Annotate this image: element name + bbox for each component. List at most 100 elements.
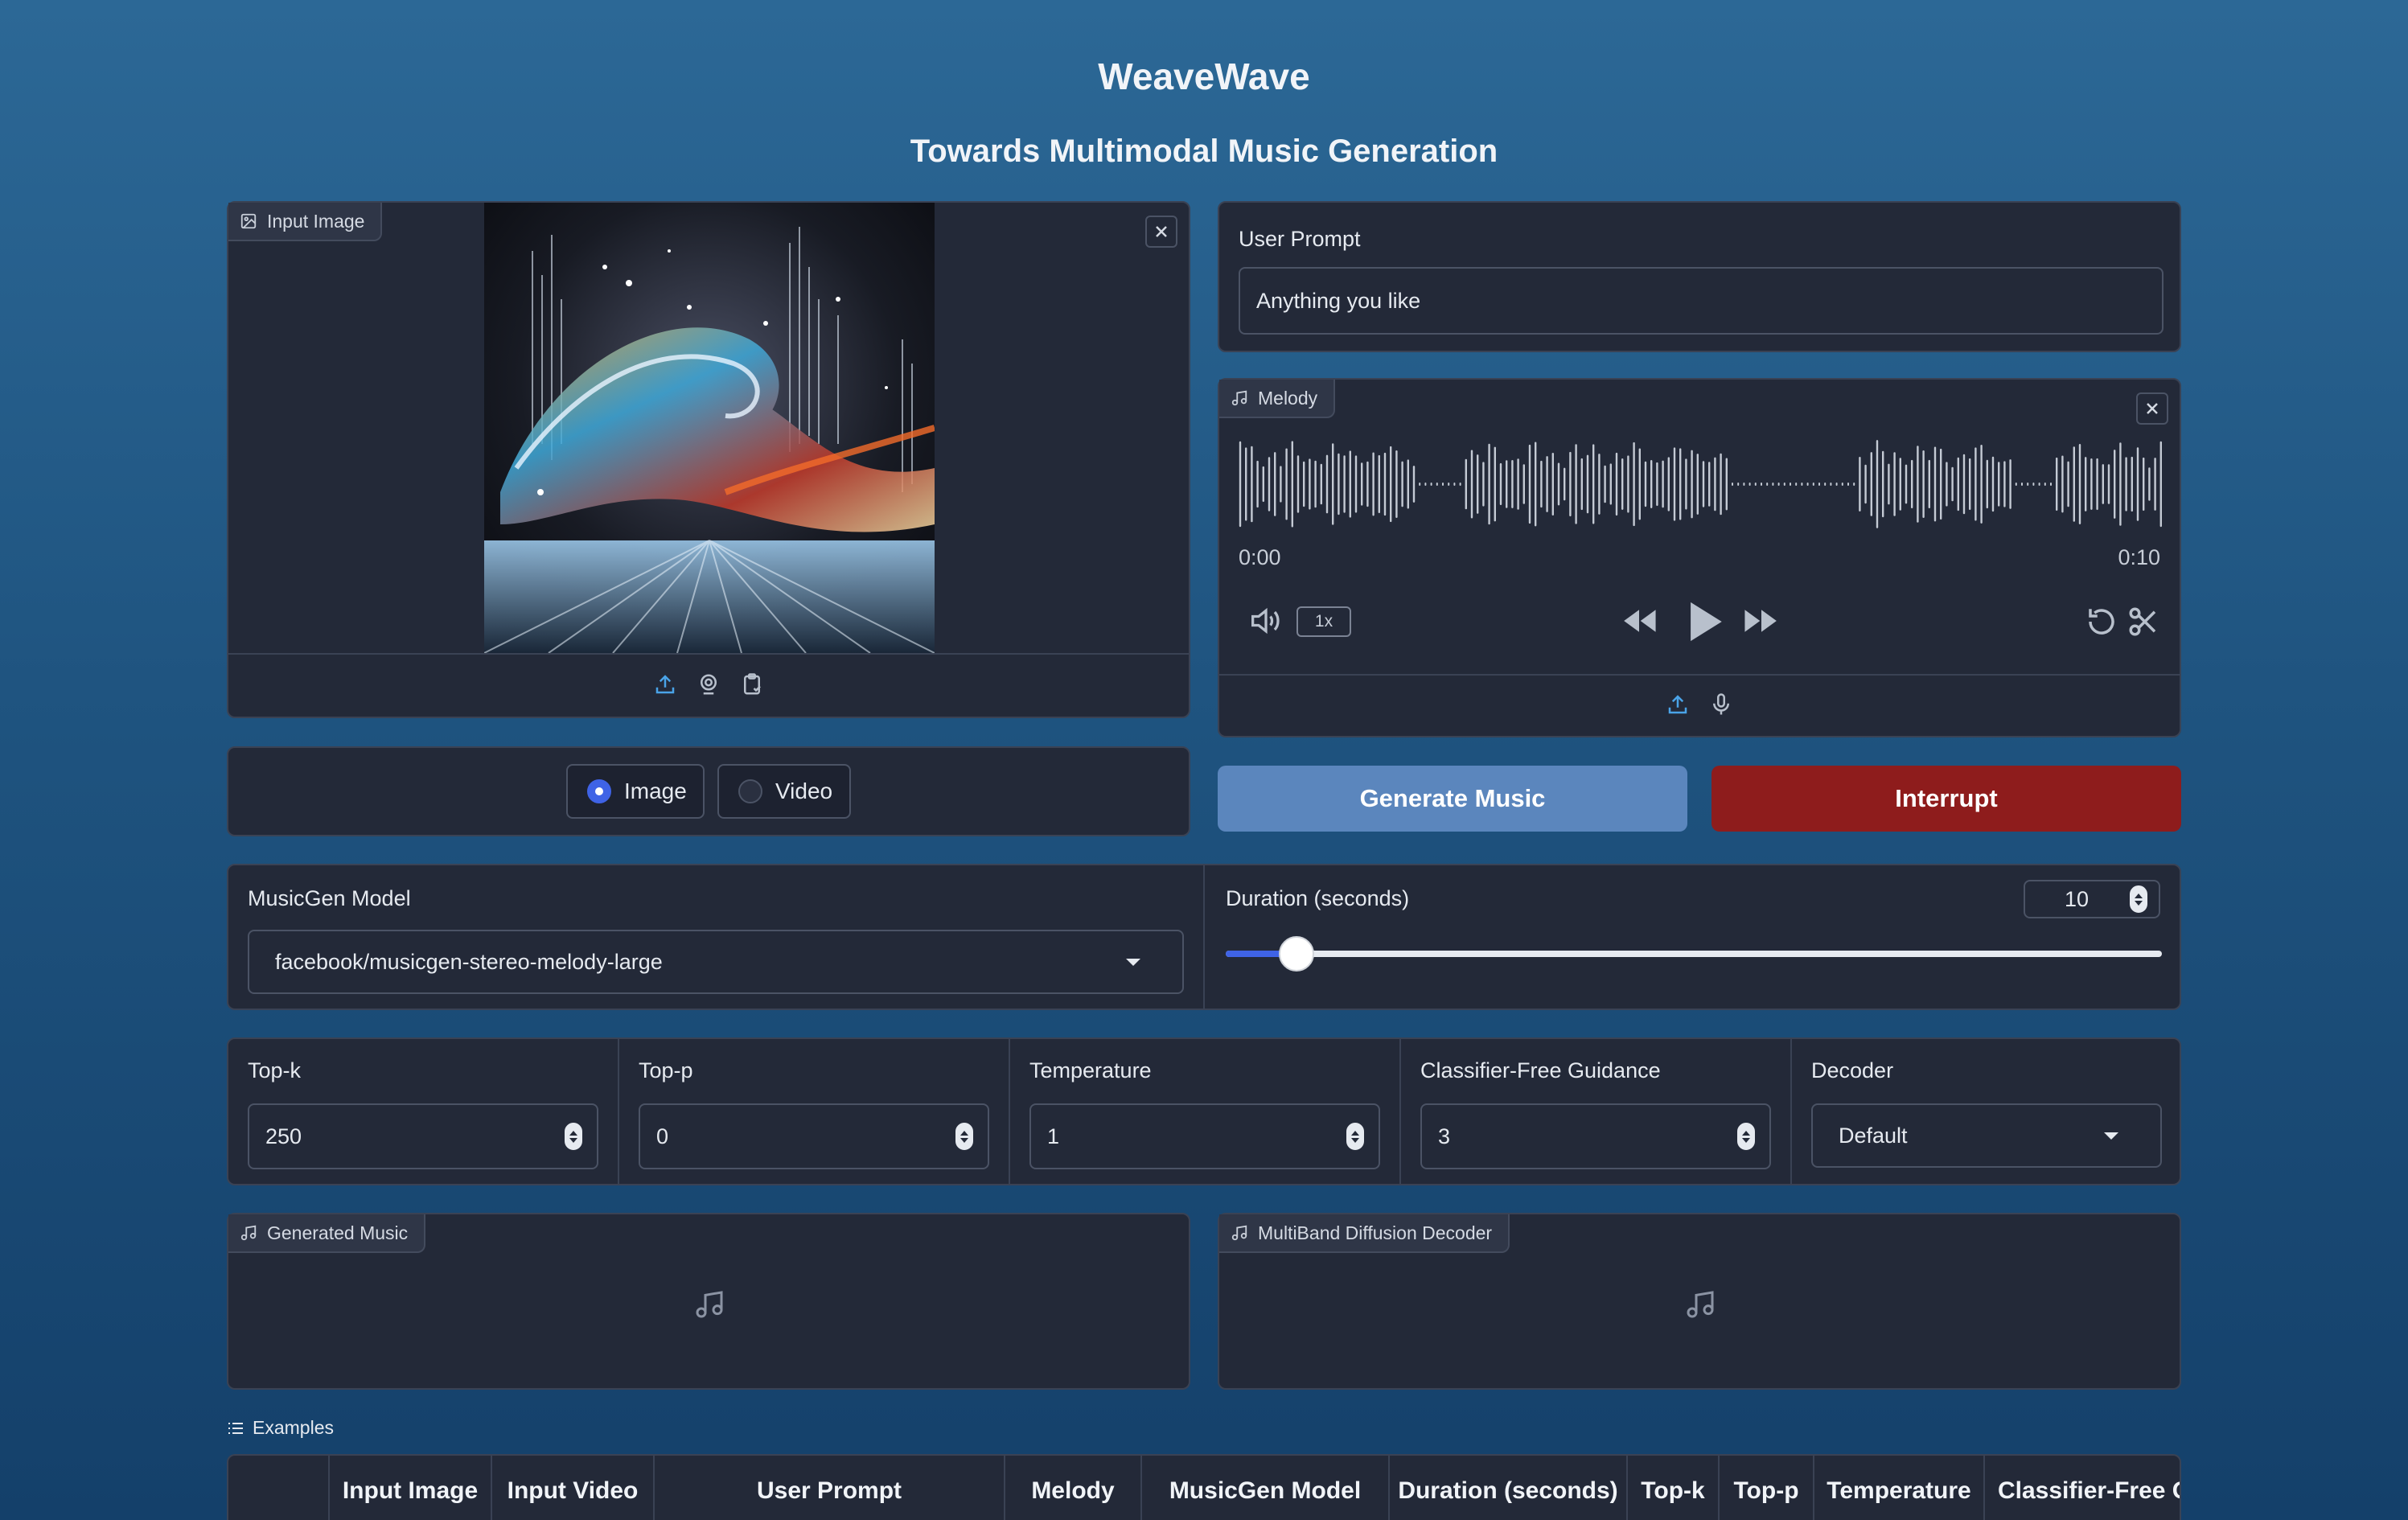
melody-upload-icon[interactable]	[1666, 692, 1690, 721]
microphone-icon[interactable]	[1709, 692, 1733, 721]
input-image-label: Input Image	[267, 210, 365, 232]
temperature-input[interactable]: 1	[1029, 1103, 1380, 1169]
wave-artwork	[484, 203, 935, 653]
model-select-value: facebook/musicgen-stereo-melody-large	[275, 949, 663, 974]
user-prompt-label: User Prompt	[1239, 227, 1361, 251]
multiband-label: MultiBand Diffusion Decoder	[1258, 1222, 1493, 1243]
model-settings-panel: MusicGen Model facebook/musicgen-stereo-…	[227, 864, 2181, 1010]
multiband-tag: MultiBand Diffusion Decoder	[1219, 1214, 1510, 1253]
image-icon	[240, 213, 257, 229]
app-subtitle: Towards Multimodal Music Generation	[910, 134, 1498, 169]
melody-close-icon[interactable]	[2136, 392, 2168, 425]
clipboard-icon[interactable]	[740, 672, 764, 700]
table-header[interactable]: Input Video	[492, 1456, 655, 1520]
volume-icon[interactable]	[1248, 605, 1284, 641]
table-header[interactable]: Classifier-Free G	[1985, 1456, 2180, 1520]
melody-time-start: 0:00	[1239, 545, 1281, 569]
radio-unselected-icon	[738, 779, 762, 803]
melody-label: Melody	[1258, 387, 1318, 409]
table-header[interactable]: Input Image	[330, 1456, 492, 1520]
table-header[interactable]: Melody	[1005, 1456, 1142, 1520]
temperature-label: Temperature	[1029, 1058, 1152, 1082]
topk-label: Top-k	[248, 1058, 302, 1082]
model-duration-divider	[1203, 865, 1205, 1009]
table-header[interactable]: MusicGen Model	[1142, 1456, 1390, 1520]
cfg-label: Classifier-Free Guidance	[1420, 1058, 1661, 1082]
param-divider	[1009, 1039, 1010, 1184]
model-label: MusicGen Model	[248, 886, 411, 910]
temperature-value: 1	[1047, 1124, 1060, 1148]
melody-source-toolbar	[1219, 676, 2180, 737]
stepper-icon[interactable]	[565, 1123, 582, 1150]
user-prompt-input[interactable]: Anything you like	[1239, 267, 2164, 335]
examples-table: Input Image Input Video User Prompt Melo…	[227, 1454, 2181, 1520]
decoder-value: Default	[1839, 1123, 1908, 1148]
input-image-tag: Input Image	[228, 203, 383, 241]
input-mode-panel: Image Video	[227, 746, 1190, 836]
upload-icon[interactable]	[653, 672, 677, 700]
table-header[interactable]: User Prompt	[655, 1456, 1005, 1520]
rewind-icon[interactable]	[1620, 605, 1658, 641]
duration-value: 10	[2064, 886, 2090, 911]
playback-speed-button[interactable]: 1x	[1296, 606, 1351, 637]
model-select[interactable]: facebook/musicgen-stereo-melody-large	[248, 930, 1184, 994]
reset-icon[interactable]	[2085, 605, 2118, 643]
duration-slider-track[interactable]	[1226, 936, 2162, 972]
mode-option-video-label: Video	[775, 778, 833, 803]
interrupt-button[interactable]: Interrupt	[1711, 766, 2181, 832]
input-image-panel: Input Image	[227, 201, 1190, 718]
table-header[interactable]: Temperature	[1814, 1456, 1985, 1520]
examples-label: Examples	[253, 1417, 334, 1438]
topk-value: 250	[265, 1124, 302, 1148]
cfg-value: 3	[1438, 1124, 1451, 1148]
generate-music-button[interactable]: Generate Music	[1218, 766, 1687, 832]
generated-music-panel: Generated Music	[227, 1213, 1190, 1390]
chevron-down-icon	[2104, 1132, 2118, 1140]
mode-option-image[interactable]: Image	[566, 764, 705, 819]
cfg-input[interactable]: 3	[1420, 1103, 1771, 1169]
melody-panel: Melody 0:00 0:10 1x	[1218, 378, 2181, 737]
table-header[interactable]: Top-p	[1720, 1456, 1814, 1520]
music-note-icon	[1231, 1225, 1247, 1241]
webcam-icon[interactable]	[697, 672, 721, 700]
user-prompt-value: Anything you like	[1256, 288, 1421, 313]
stepper-icon[interactable]	[1346, 1123, 1364, 1150]
mode-option-video[interactable]: Video	[717, 764, 851, 819]
duration-number-input[interactable]: 10	[2024, 880, 2160, 918]
stepper-icon[interactable]	[1737, 1123, 1755, 1150]
multiband-decoder-panel: MultiBand Diffusion Decoder	[1218, 1213, 2181, 1390]
melody-waveform[interactable]	[1239, 436, 2164, 532]
play-icon[interactable]	[1684, 598, 1724, 649]
close-icon[interactable]	[1145, 216, 1177, 248]
user-prompt-panel: User Prompt Anything you like	[1218, 201, 2181, 352]
decoder-select[interactable]: Default	[1811, 1103, 2162, 1168]
app-title: WeaveWave	[1098, 55, 1310, 97]
music-note-icon	[240, 1225, 257, 1241]
radio-selected-icon	[587, 779, 611, 803]
table-header-index	[228, 1456, 330, 1520]
duration-label: Duration (seconds)	[1226, 886, 1410, 910]
melody-time-end: 0:10	[2118, 545, 2160, 569]
chevron-down-icon	[1126, 959, 1140, 966]
generated-music-tag: Generated Music	[228, 1214, 426, 1253]
trim-scissors-icon[interactable]	[2127, 605, 2160, 643]
melody-tag: Melody	[1219, 380, 1336, 418]
generated-music-label: Generated Music	[267, 1222, 409, 1243]
table-header[interactable]: Duration (seconds)	[1390, 1456, 1628, 1520]
generation-params-panel: Top-k 250 Top-p 0 Temperature 1 Classifi…	[227, 1037, 2181, 1185]
decoder-label: Decoder	[1811, 1058, 1894, 1082]
topk-input[interactable]: 250	[248, 1103, 598, 1169]
topp-input[interactable]: 0	[639, 1103, 989, 1169]
image-source-toolbar	[228, 655, 1189, 718]
stepper-icon[interactable]	[2130, 885, 2147, 913]
topp-value: 0	[656, 1124, 669, 1148]
param-divider	[618, 1039, 619, 1184]
table-header[interactable]: Top-k	[1628, 1456, 1720, 1520]
list-icon	[228, 1422, 243, 1434]
fast-forward-icon[interactable]	[1742, 605, 1781, 641]
stepper-icon[interactable]	[955, 1123, 973, 1150]
music-placeholder-icon	[693, 1288, 725, 1325]
examples-header: Examples	[227, 1417, 334, 1439]
param-divider	[1399, 1039, 1401, 1184]
duration-slider-thumb[interactable]	[1279, 936, 1315, 972]
